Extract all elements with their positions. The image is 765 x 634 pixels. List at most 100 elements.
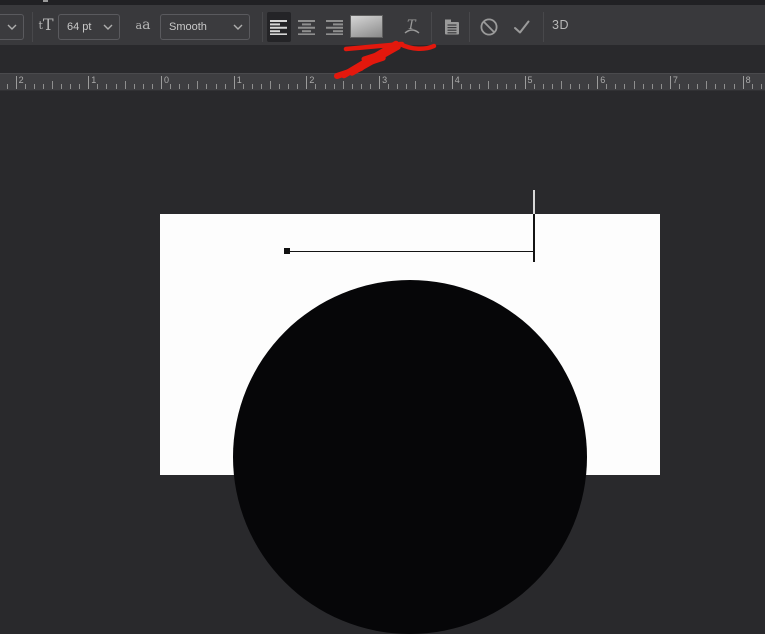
ruler-tick	[88, 76, 90, 89]
ruler-tick	[242, 84, 244, 89]
ruler-tick	[460, 84, 462, 89]
ruler-tick	[115, 84, 117, 89]
ruler-tick	[506, 84, 508, 89]
ruler-tick	[642, 84, 644, 89]
ruler-tick	[124, 81, 126, 89]
font-size-icon: tT	[38, 15, 54, 34]
ruler-tick	[161, 76, 162, 89]
panels-icon	[445, 19, 459, 35]
ruler-tick	[433, 84, 435, 89]
ruler-tick	[170, 84, 172, 89]
ruler-tick	[697, 84, 699, 89]
chevron-down-icon	[233, 24, 243, 30]
ruler-tick	[388, 84, 390, 89]
ruler-tick	[633, 81, 635, 89]
ruler-tick	[224, 84, 226, 89]
ruler-tick	[206, 84, 208, 89]
ruler-tick	[197, 81, 199, 89]
ruler-tick	[315, 84, 317, 89]
ruler-tick	[488, 81, 490, 89]
ruler-tick	[733, 84, 735, 89]
ruler-tick	[569, 84, 571, 89]
ruler-tick	[660, 84, 662, 89]
text-cursor-lower	[533, 214, 535, 262]
ruler-tick	[233, 76, 235, 89]
ruler-tick	[751, 84, 753, 89]
ruler-tick	[142, 84, 144, 89]
chevron-down-icon	[7, 24, 17, 30]
ruler-tick	[79, 84, 81, 89]
align-center-icon	[298, 20, 315, 35]
align-left-button[interactable]	[267, 12, 291, 42]
ruler-tick	[688, 84, 690, 89]
align-center-button[interactable]	[295, 12, 319, 42]
ruler-tick	[760, 84, 762, 89]
ruler-tick	[333, 84, 335, 89]
type-tool-options-bar: tT 64 pt aa Smooth T 3D	[0, 5, 765, 45]
ruler-tick	[106, 84, 108, 89]
horizontal-ruler[interactable]: 2 1 0 1 2 3 4 5 6 7 8	[0, 73, 765, 91]
text-baseline-handle	[284, 248, 290, 254]
ruler-unit-label: 2	[18, 75, 24, 85]
ruler-unit-label: 7	[672, 75, 678, 85]
ruler-unit-label: 8	[745, 75, 751, 85]
anti-alias-icon: aa	[135, 17, 151, 33]
ruler-tick	[579, 84, 581, 89]
text-cursor-upper	[533, 190, 535, 214]
ruler-tick	[715, 84, 717, 89]
ruler-tick	[479, 84, 481, 89]
toolbar-separator	[469, 12, 470, 42]
ruler-tick	[469, 84, 471, 89]
ruler-tick	[61, 84, 63, 89]
ruler-unit-label: 6	[600, 75, 606, 85]
font-size-input[interactable]: 64 pt	[58, 14, 120, 40]
ruler-tick	[288, 84, 290, 89]
ruler-unit-label: 4	[454, 75, 460, 85]
ruler-tick	[451, 76, 453, 89]
ruler-tick	[533, 84, 535, 89]
ruler-tick	[542, 84, 544, 89]
text-color-swatch[interactable]	[350, 15, 383, 38]
toolbar-separator	[431, 12, 432, 42]
ruler-tick	[24, 84, 26, 89]
ruler-tick	[588, 84, 590, 89]
align-right-icon	[326, 20, 343, 35]
ruler-tick	[51, 81, 53, 89]
ruler-tick	[669, 76, 671, 89]
cancel-button[interactable]	[478, 12, 500, 42]
ruler-tick	[188, 84, 190, 89]
ellipse-shape	[233, 280, 587, 634]
ruler-tick	[42, 84, 44, 89]
ruler-tick	[597, 76, 599, 89]
ruler-tick	[306, 76, 308, 89]
ruler-tick	[342, 81, 344, 89]
ruler-tick	[442, 84, 444, 89]
anti-alias-select[interactable]: Smooth	[160, 14, 250, 40]
ruler-tick	[524, 76, 526, 89]
align-right-button[interactable]	[323, 12, 347, 42]
ruler-tick	[560, 81, 562, 89]
ruler-tick	[6, 84, 8, 89]
warp-text-button[interactable]: T	[399, 12, 425, 42]
ruler-unit-label: 5	[527, 75, 533, 85]
ruler-tick	[260, 84, 262, 89]
ruler-tick	[415, 81, 417, 89]
toolbar-separator	[262, 12, 263, 42]
commit-button[interactable]	[510, 12, 534, 42]
ruler-tick	[515, 84, 517, 89]
ruler-tick	[706, 81, 708, 89]
3d-button-label: 3D	[552, 18, 569, 32]
3d-button[interactable]: 3D	[552, 5, 569, 45]
ruler-tick	[133, 84, 135, 89]
ruler-unit-label: 3	[382, 75, 388, 85]
ruler-tick	[551, 84, 553, 89]
chevron-down-icon	[103, 24, 113, 30]
ruler-tick	[215, 84, 217, 89]
ruler-tick	[651, 84, 653, 89]
checkmark-icon	[514, 20, 530, 34]
ruler-tick	[615, 84, 617, 89]
ruler-tick	[724, 84, 726, 89]
toggle-panels-button[interactable]	[440, 12, 464, 42]
ruler-tick	[70, 84, 72, 89]
font-style-dropdown[interactable]	[0, 14, 24, 40]
